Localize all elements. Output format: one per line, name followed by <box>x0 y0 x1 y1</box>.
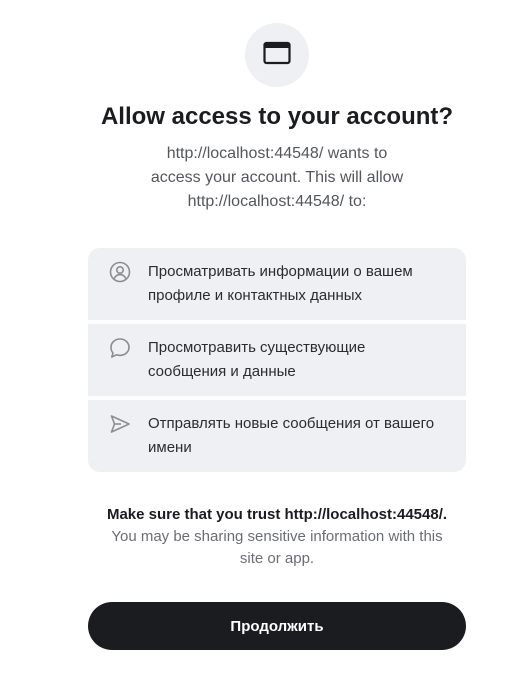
permission-item-messages-read: Просмотравить существующие сообщения и д… <box>88 324 466 396</box>
trust-warning-title: Make sure that you trust http://localhos… <box>106 506 448 523</box>
trust-warning-description: You may be sharing sensitive information… <box>111 528 443 567</box>
permission-text: Просматривать информации о вашем профиле… <box>148 263 413 304</box>
user-profile-icon <box>108 260 132 284</box>
permission-item-messages-send: Отправлять новые сообщения от вашего име… <box>88 400 466 472</box>
chat-bubble-icon <box>108 336 132 360</box>
continue-button[interactable]: Продолжить <box>88 602 466 650</box>
app-icon-badge <box>245 23 309 87</box>
permission-text: Просмотравить существующие сообщения и д… <box>148 339 366 380</box>
permission-text: Отправлять новые сообщения от вашего име… <box>148 415 435 456</box>
permission-item-profile: Просматривать информации о вашем профиле… <box>88 248 466 320</box>
permission-list: Просматривать информации о вашем профиле… <box>88 248 466 472</box>
dialog-title: Allow access to your account? <box>100 103 454 130</box>
dialog-subtitle: http://localhost:44548/ wants to access … <box>150 145 404 210</box>
authorization-dialog: Allow access to your account? http://loc… <box>0 0 532 680</box>
send-icon <box>108 412 132 436</box>
browser-window-icon <box>263 41 291 70</box>
